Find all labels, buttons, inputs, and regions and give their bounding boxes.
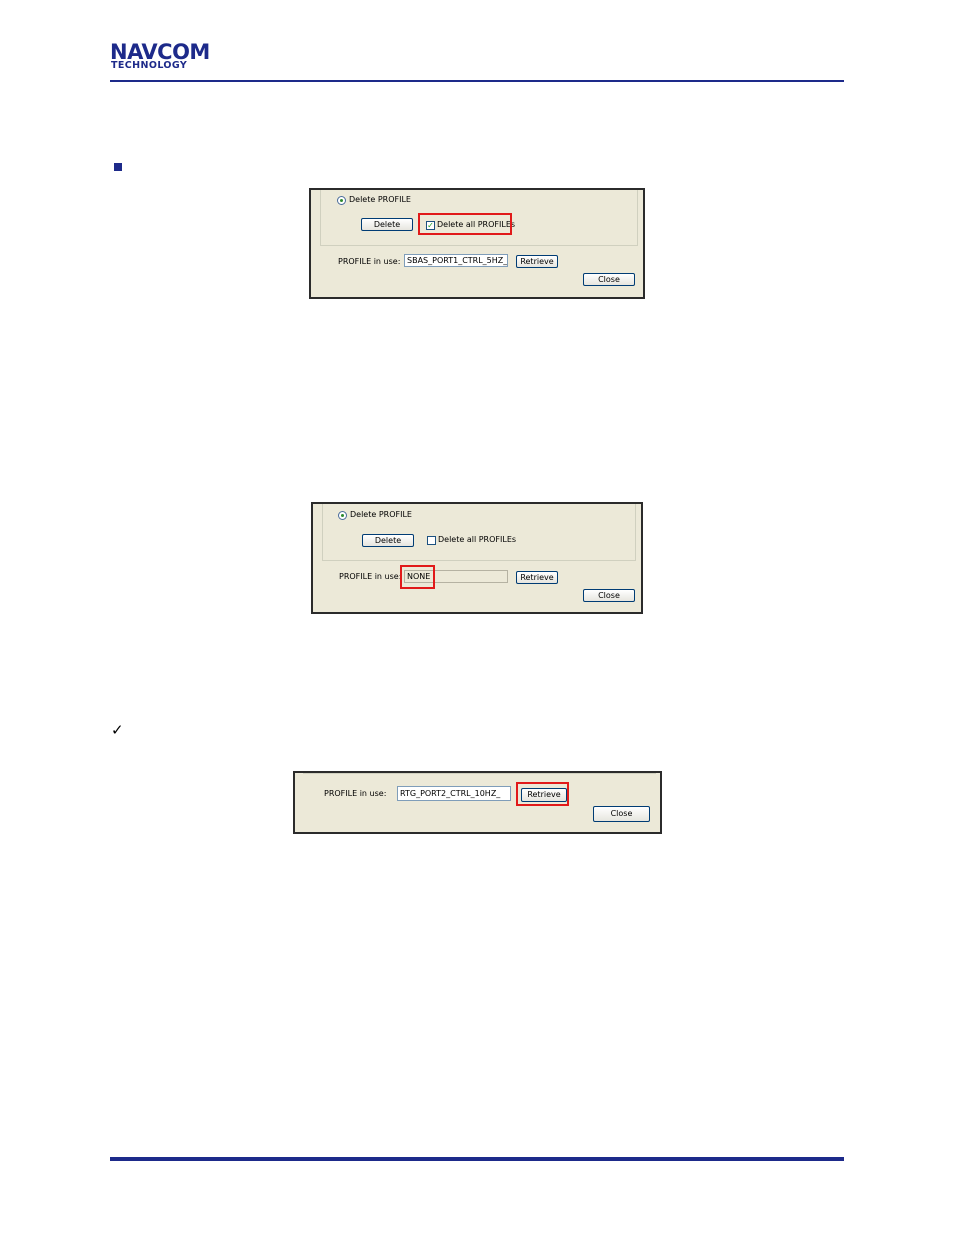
close-button[interactable]: Close [593, 806, 650, 822]
highlight-box [516, 782, 569, 806]
highlight-box [418, 213, 512, 235]
delete-profile-radio[interactable] [337, 196, 346, 205]
highlight-box [400, 565, 435, 589]
delete-button[interactable]: Delete [362, 534, 414, 547]
check-bullet-icon: ✓ [111, 721, 124, 739]
footer-rule [110, 1157, 844, 1161]
profile-in-use-label: PROFILE in use: [338, 257, 401, 266]
close-button[interactable]: Close [583, 273, 635, 286]
delete-profile-label: Delete PROFILE [349, 195, 411, 204]
delete-all-checkbox[interactable] [427, 536, 436, 545]
delete-profile-label: Delete PROFILE [350, 510, 412, 519]
navcom-logo: NAVCOM TECHNOLOGY [110, 42, 234, 71]
dialog-screenshot-delete-all: Delete PROFILE Delete ✓ Delete all PROFI… [309, 188, 645, 299]
groupbox-edge [303, 773, 656, 774]
delete-button[interactable]: Delete [361, 218, 413, 231]
profile-in-use-field[interactable]: RTG_PORT2_CTRL_10HZ_ [397, 786, 511, 801]
profile-in-use-label: PROFILE in use: [339, 572, 402, 581]
close-button[interactable]: Close [583, 589, 635, 602]
delete-all-label: Delete all PROFILEs [438, 535, 517, 544]
logo-line2: TECHNOLOGY [111, 60, 188, 71]
dialog-screenshot-profile-none: Delete PROFILE Delete Delete all PROFILE… [311, 502, 643, 614]
square-bullet-icon [114, 163, 122, 171]
profile-in-use-field[interactable]: SBAS_PORT1_CTRL_5HZ_ [404, 254, 508, 267]
delete-profile-radio[interactable] [338, 511, 347, 520]
profile-in-use-label: PROFILE in use: [324, 789, 387, 798]
dialog-screenshot-retrieve: PROFILE in use: RTG_PORT2_CTRL_10HZ_ Ret… [293, 771, 662, 834]
retrieve-button[interactable]: Retrieve [516, 571, 558, 584]
retrieve-button[interactable]: Retrieve [516, 255, 558, 268]
header-rule [110, 80, 844, 82]
